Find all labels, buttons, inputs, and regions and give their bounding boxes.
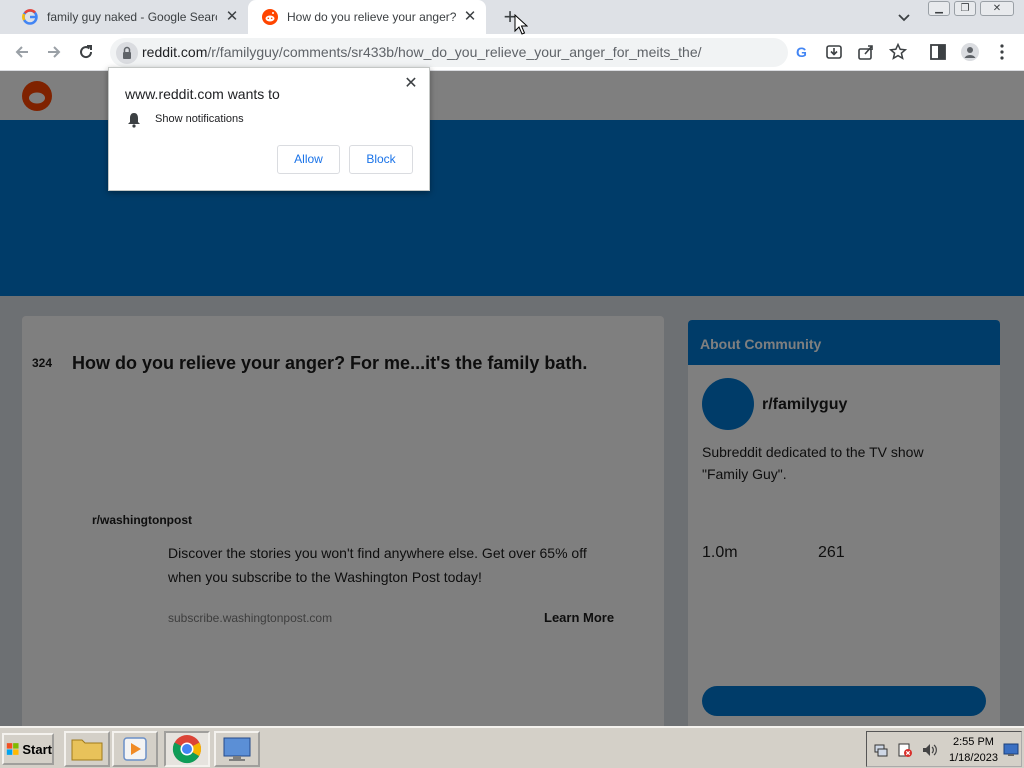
install-app-icon[interactable]: [824, 42, 844, 62]
notification-permission-popup: www.reddit.com wants to ✕ Show notificat…: [108, 67, 430, 191]
volume-icon[interactable]: [921, 742, 937, 758]
permission-text: Show notifications: [155, 113, 244, 125]
close-window-button[interactable]: ✕: [980, 1, 1014, 16]
svg-text:G: G: [796, 44, 807, 60]
monitor-icon: [223, 737, 251, 761]
google-lens-icon[interactable]: G: [792, 42, 812, 62]
security-alert-icon[interactable]: [897, 742, 913, 758]
clock-time[interactable]: 2:55 PM: [953, 736, 994, 748]
url-domain: reddit.com: [142, 44, 208, 60]
chrome-taskbar-button[interactable]: [164, 731, 210, 767]
reddit-icon: [262, 9, 278, 25]
tab-title: family guy naked - Google Search: [47, 10, 217, 24]
windows-taskbar: Start 2:55 PM 1/18/2023: [0, 726, 1024, 768]
file-explorer-taskbar-button[interactable]: [64, 731, 110, 767]
profile-avatar-icon[interactable]: [960, 42, 980, 62]
close-tab-icon[interactable]: ✕: [462, 9, 478, 25]
url-text[interactable]: reddit.com/r/familyguy/comments/sr433b/h…: [142, 44, 702, 60]
menu-kebab-icon[interactable]: [992, 42, 1012, 62]
browser-toolbar: reddit.com/r/familyguy/comments/sr433b/h…: [0, 34, 1024, 71]
chrome-icon: [172, 735, 202, 764]
system-tray: 2:55 PM 1/18/2023: [866, 731, 1022, 767]
restore-button[interactable]: ❐: [954, 1, 976, 16]
side-panel-icon[interactable]: [928, 42, 948, 62]
clock-date[interactable]: 1/18/2023: [949, 752, 998, 764]
google-icon: [22, 9, 38, 25]
tab-reddit-post[interactable]: How do you relieve your anger? For me...…: [248, 0, 486, 34]
forward-arrow-icon[interactable]: [44, 42, 64, 62]
back-arrow-icon[interactable]: [12, 42, 32, 62]
close-icon[interactable]: ✕: [403, 76, 419, 92]
padlock-shape: [123, 46, 131, 59]
close-tab-icon[interactable]: ✕: [224, 9, 240, 25]
bell-icon: [128, 113, 140, 128]
address-bar[interactable]: reddit.com/r/familyguy/comments/sr433b/h…: [110, 38, 788, 67]
tab-search-chevron-icon[interactable]: [896, 9, 912, 25]
desktop-app-taskbar-button[interactable]: [214, 731, 260, 767]
bookmark-star-icon[interactable]: [888, 42, 908, 62]
windows-flag-icon: [6, 743, 19, 755]
start-label: Start: [22, 741, 52, 757]
browser-tab-strip: family guy naked - Google Search ✕ How d…: [0, 0, 1024, 34]
network-icon[interactable]: [873, 742, 889, 758]
tab-title: How do you relieve your anger? For me...…: [287, 10, 457, 24]
show-desktop-icon[interactable]: [1003, 742, 1019, 758]
folder-icon: [71, 739, 103, 761]
media-player-taskbar-button[interactable]: [112, 731, 158, 767]
block-button[interactable]: Block: [349, 145, 413, 174]
allow-button[interactable]: Allow: [277, 145, 340, 174]
tab-google-search[interactable]: family guy naked - Google Search ✕: [8, 0, 248, 34]
desktop-screen: family guy naked - Google Search ✕ How d…: [0, 0, 1024, 768]
reload-icon[interactable]: [76, 42, 96, 62]
popup-title: www.reddit.com wants to: [125, 86, 280, 102]
url-path: /r/familyguy/comments/sr433b/how_do_you_…: [207, 44, 702, 60]
start-button[interactable]: Start: [2, 733, 54, 765]
lock-icon[interactable]: [116, 42, 138, 64]
share-icon[interactable]: [856, 42, 876, 62]
mouse-cursor-icon: [514, 14, 528, 35]
minimize-button[interactable]: ▁: [928, 1, 950, 16]
media-player-icon: [123, 737, 147, 761]
